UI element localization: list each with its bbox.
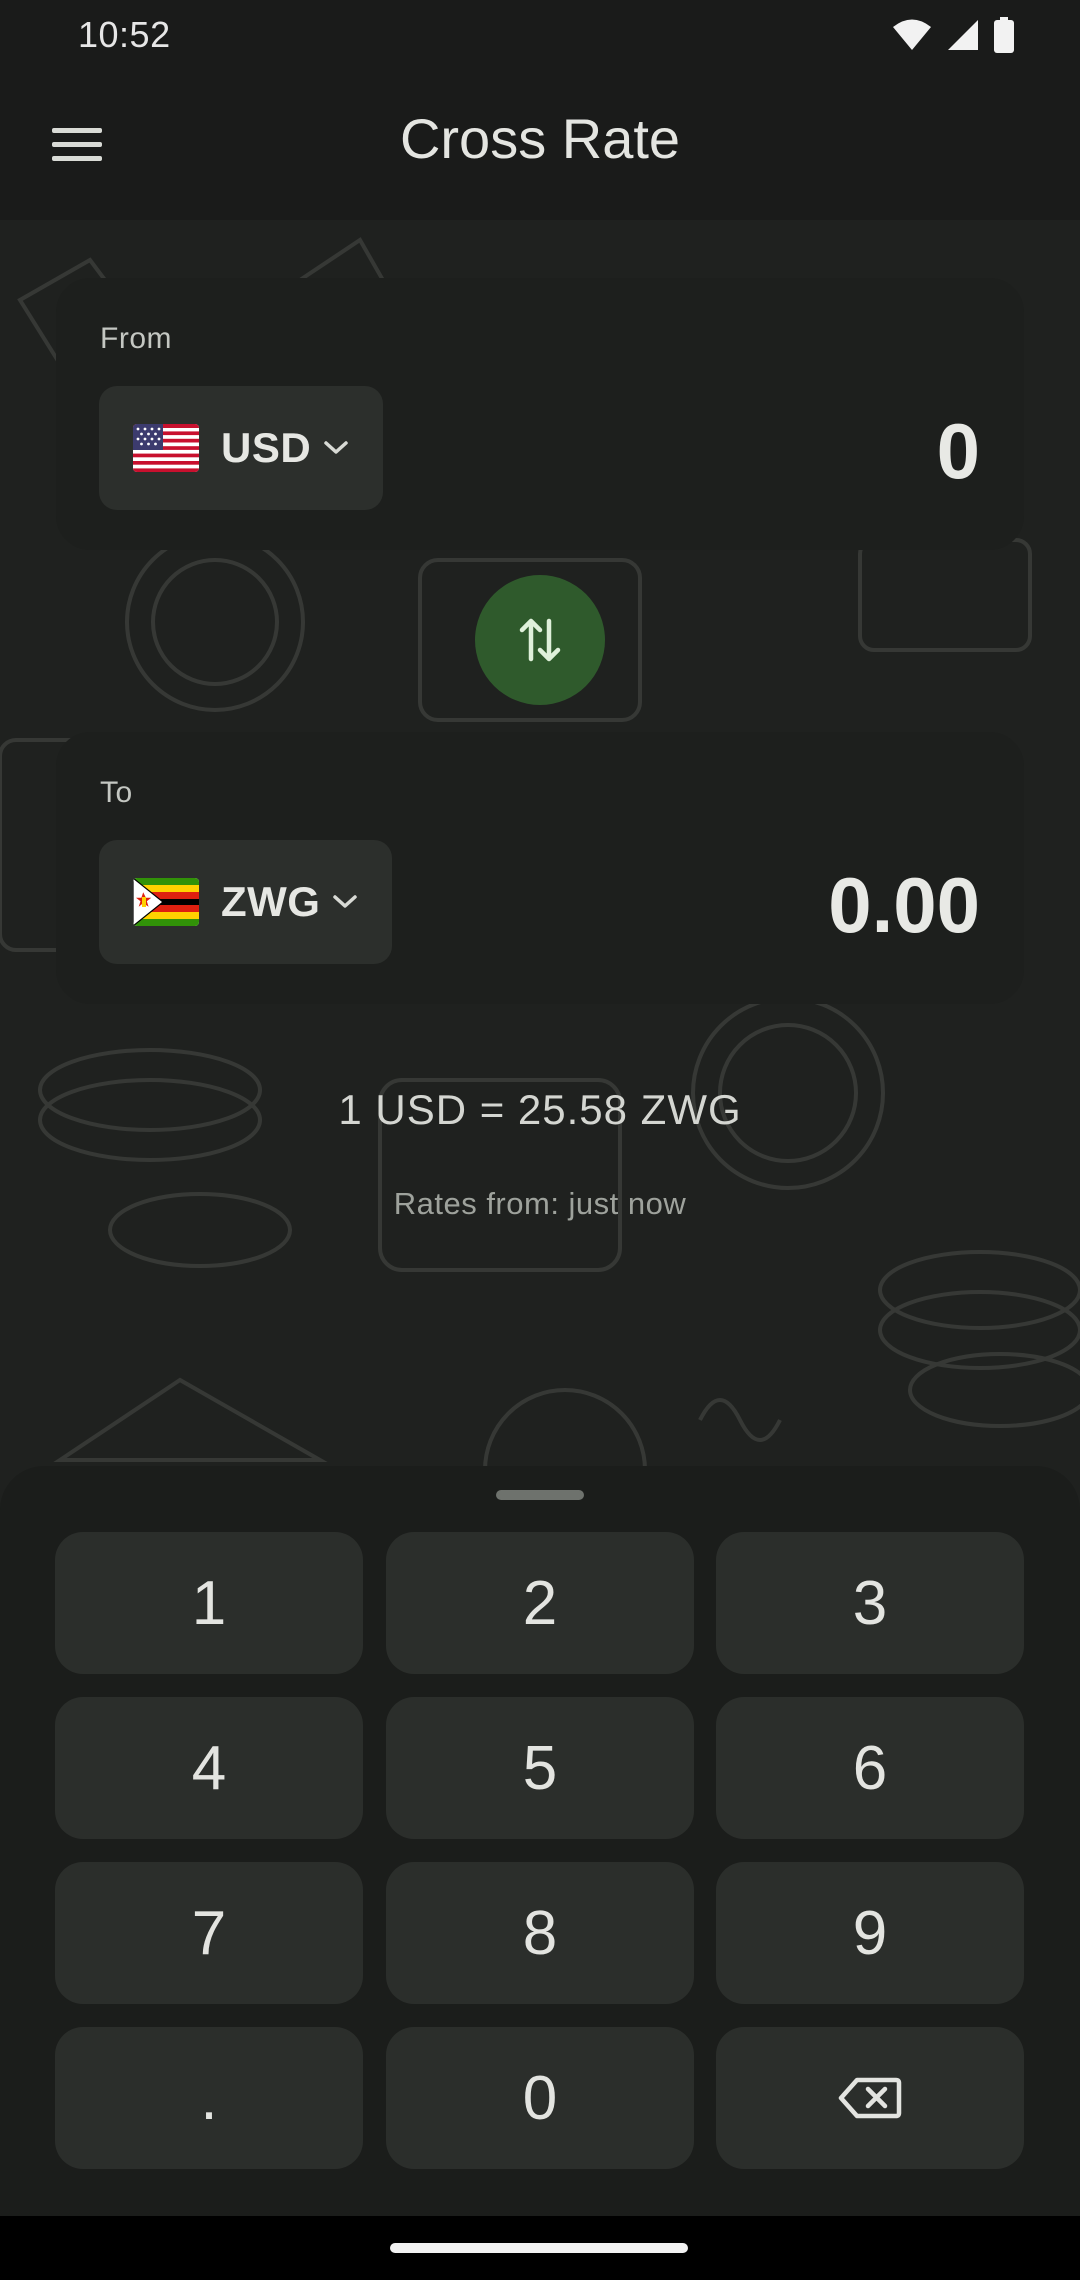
keypad-sheet: 1 2 3 4 5 6 7 8 9 . 0 — [0, 1466, 1080, 2216]
to-amount: 0.00 — [828, 861, 980, 949]
app-bar: Cross Rate — [0, 70, 1080, 220]
from-currency-code: USD — [221, 424, 312, 471]
home-indicator[interactable] — [390, 2243, 688, 2253]
to-label: To — [100, 776, 133, 809]
wifi-icon — [893, 19, 931, 50]
key-3[interactable]: 3 — [716, 1532, 1024, 1674]
from-card: From USD 0 — [56, 278, 1024, 550]
zimbabwe-flag-icon — [133, 878, 199, 926]
from-label: From — [100, 322, 172, 355]
to-card: To ZWG 0.00 — [56, 732, 1024, 1004]
key-2[interactable]: 2 — [386, 1532, 694, 1674]
status-icons — [892, 17, 1014, 53]
backspace-icon — [838, 2077, 902, 2119]
battery-icon — [994, 17, 1014, 53]
from-amount[interactable]: 0 — [937, 406, 980, 497]
exchange-rate-text: 1 USD = 25.58 ZWG — [338, 1086, 742, 1133]
from-currency-select[interactable]: USD — [99, 386, 384, 510]
swap-button[interactable] — [475, 575, 605, 705]
to-currency-select[interactable]: ZWG — [99, 840, 393, 964]
key-decimal[interactable]: . — [55, 2027, 363, 2169]
cellular-signal-icon — [948, 20, 978, 50]
backspace-button[interactable] — [716, 2027, 1024, 2169]
status-time: 10:52 — [78, 14, 171, 55]
key-8[interactable]: 8 — [386, 1862, 694, 2004]
us-flag-icon — [133, 424, 199, 472]
key-9[interactable]: 9 — [716, 1862, 1024, 2004]
key-7[interactable]: 7 — [55, 1862, 363, 2004]
key-4[interactable]: 4 — [55, 1697, 363, 1839]
rate-updated-text: Rates from: just now — [393, 1186, 687, 1221]
chevron-down-icon — [333, 895, 358, 908]
screen: 10:52 Cross Rate From USD 0 To ZWG 0.00 … — [0, 0, 1080, 2280]
drag-handle[interactable] — [496, 1490, 584, 1500]
system-nav-bar — [0, 2216, 1080, 2280]
app-title: Cross Rate — [399, 107, 681, 170]
chevron-down-icon — [324, 441, 348, 454]
key-1[interactable]: 1 — [55, 1532, 363, 1674]
swap-vertical-icon — [519, 618, 561, 662]
to-currency-code: ZWG — [221, 878, 321, 925]
key-6[interactable]: 6 — [716, 1697, 1024, 1839]
status-bar: 10:52 — [0, 0, 1080, 70]
key-0[interactable]: 0 — [386, 2027, 694, 2169]
key-5[interactable]: 5 — [386, 1697, 694, 1839]
